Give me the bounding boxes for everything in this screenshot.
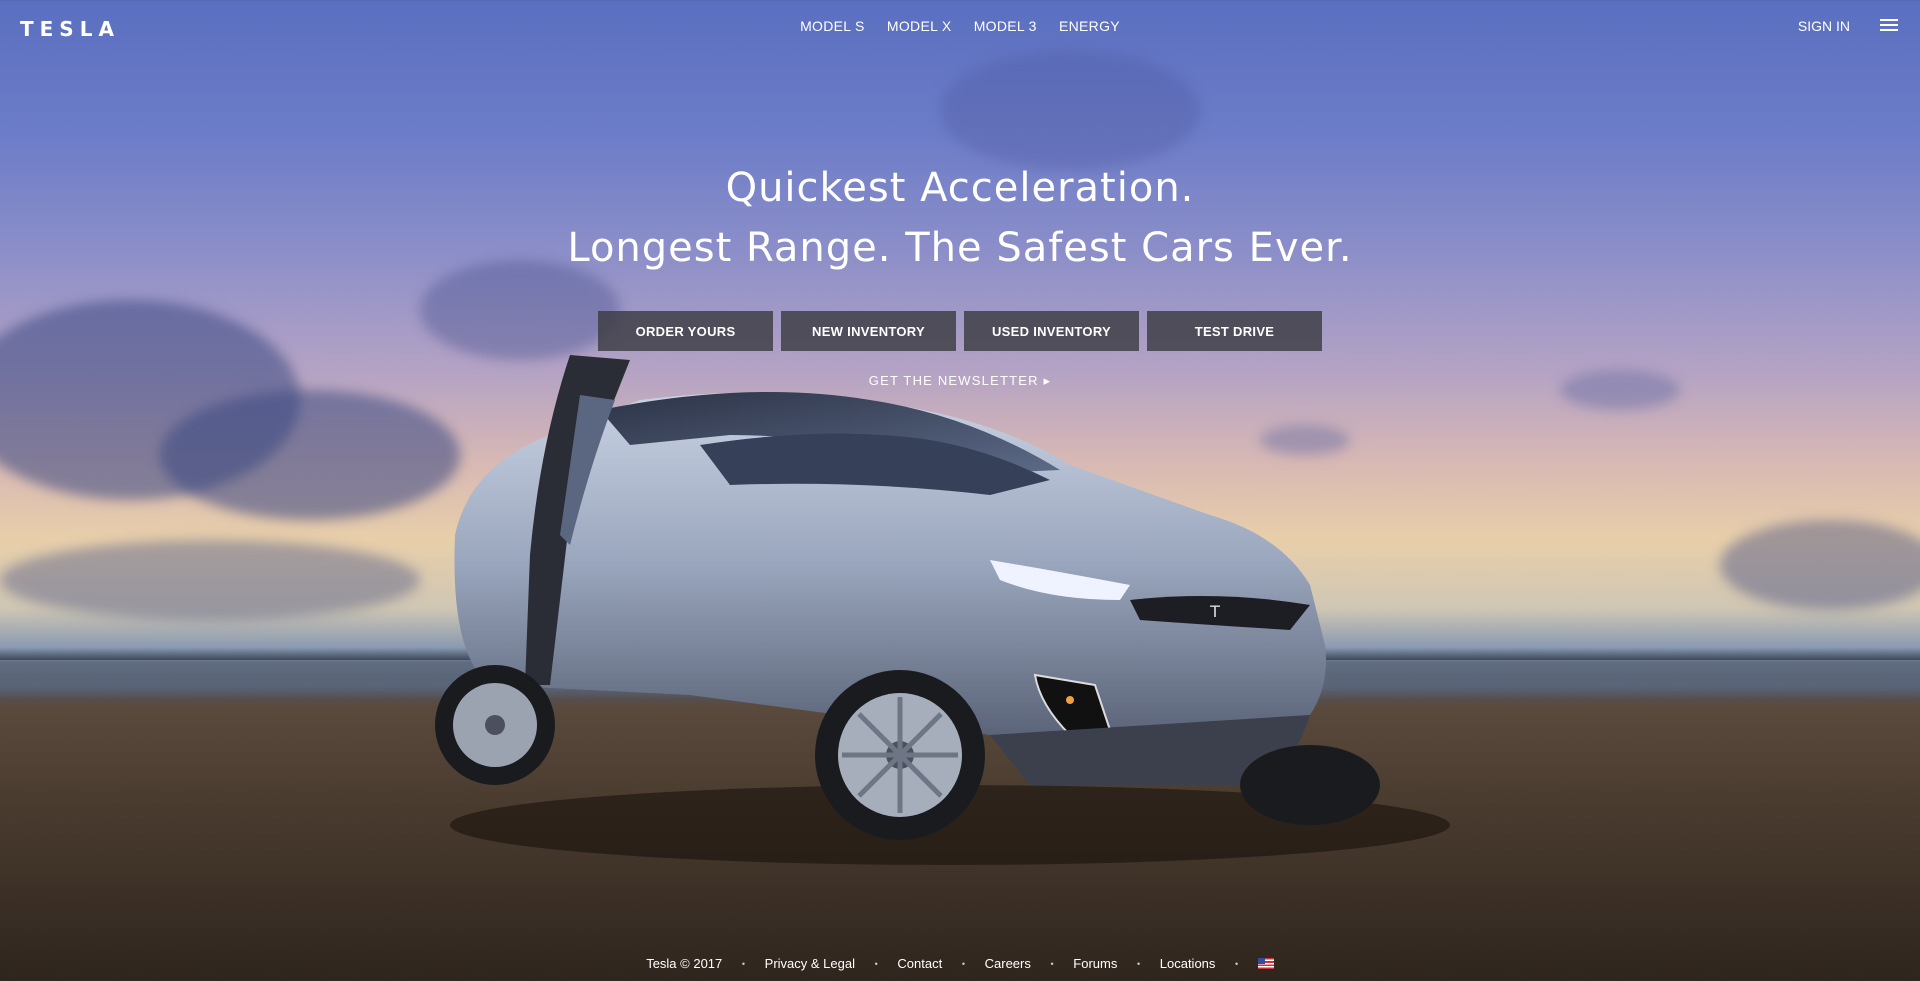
- footer-link-forums[interactable]: Forums: [1073, 956, 1117, 971]
- sign-in-link[interactable]: SIGN IN: [1798, 18, 1850, 34]
- order-yours-button[interactable]: ORDER YOURS: [598, 311, 773, 351]
- nav-model-s[interactable]: MODEL S: [800, 18, 865, 34]
- us-flag-icon[interactable]: [1257, 958, 1274, 969]
- hamburger-menu-icon[interactable]: [1880, 19, 1898, 31]
- cta-button-group: ORDER YOURS NEW INVENTORY USED INVENTORY…: [0, 311, 1920, 351]
- cloud: [0, 540, 420, 620]
- separator: •: [741, 958, 746, 969]
- footer-link-privacy[interactable]: Privacy & Legal: [765, 956, 855, 971]
- footer-link-contact[interactable]: Contact: [897, 956, 942, 971]
- footer: Tesla © 2017 • Privacy & Legal • Contact…: [0, 955, 1920, 971]
- nav-energy[interactable]: ENERGY: [1059, 18, 1120, 34]
- nav-model-x[interactable]: MODEL X: [887, 18, 952, 34]
- nav-model-3[interactable]: MODEL 3: [974, 18, 1037, 34]
- footer-link-locations[interactable]: Locations: [1160, 956, 1216, 971]
- separator: •: [1050, 958, 1054, 969]
- separator: •: [1136, 958, 1141, 969]
- hero-line-2: Longest Range. The Safest Cars Ever.: [567, 225, 1353, 271]
- test-drive-button[interactable]: TEST DRIVE: [1147, 311, 1322, 351]
- separator: •: [1235, 958, 1239, 969]
- new-inventory-button[interactable]: NEW INVENTORY: [781, 311, 956, 351]
- newsletter-link[interactable]: GET THE NEWSLETTER ▸: [0, 373, 1920, 389]
- cloud: [1720, 520, 1920, 610]
- footer-link-careers[interactable]: Careers: [985, 956, 1031, 971]
- hero-headline: Quickest Acceleration. Longest Range. Th…: [0, 158, 1920, 278]
- cloud: [160, 390, 460, 520]
- model-x-car-image: T: [435, 355, 1450, 865]
- used-inventory-button[interactable]: USED INVENTORY: [964, 311, 1139, 351]
- hero-line-1: Quickest Acceleration.: [725, 165, 1195, 211]
- separator: •: [874, 958, 878, 969]
- cloud: [940, 50, 1200, 170]
- copyright-text: Tesla © 2017: [646, 956, 723, 971]
- separator: •: [961, 958, 965, 969]
- svg-text:T: T: [1209, 602, 1220, 621]
- main-nav: MODEL S MODEL X MODEL 3 ENERGY: [0, 18, 1920, 34]
